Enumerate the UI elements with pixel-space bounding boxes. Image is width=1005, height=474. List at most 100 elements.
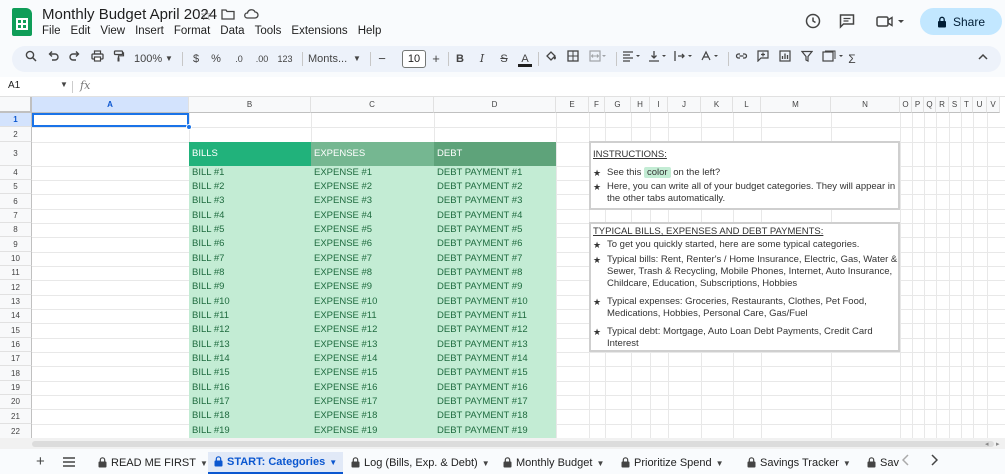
- sheet-tab[interactable]: Prioritize Spend ▼: [615, 452, 730, 474]
- bill-cell[interactable]: BILL #13: [189, 338, 311, 352]
- add-sheet-icon[interactable]: +: [36, 453, 45, 470]
- insert-comment-icon[interactable]: [756, 50, 770, 68]
- search-menus-icon[interactable]: [24, 50, 38, 68]
- tabs-scroll-right-icon[interactable]: [930, 454, 939, 469]
- horizontal-scrollbar[interactable]: [32, 441, 994, 447]
- sheet-tab[interactable]: READ ME FIRST ▼: [92, 452, 214, 474]
- zoom-chevron-down-icon[interactable]: ▼: [164, 50, 174, 68]
- bill-cell[interactable]: BILL #7: [189, 252, 311, 266]
- column-header-i[interactable]: I: [650, 97, 668, 113]
- menu-file[interactable]: File: [42, 25, 61, 37]
- tab-chevron-down-icon[interactable]: ▼: [716, 459, 724, 468]
- expense-cell[interactable]: EXPENSE #19: [311, 424, 434, 438]
- row-header-17[interactable]: 17: [0, 352, 32, 366]
- sheet-tab[interactable]: Monthly Budget ▼: [497, 452, 610, 474]
- column-header-b[interactable]: B: [189, 97, 311, 113]
- expense-cell[interactable]: EXPENSE #9: [311, 280, 434, 294]
- redo-icon[interactable]: [68, 50, 82, 68]
- all-sheets-icon[interactable]: [63, 455, 75, 470]
- debt-cell[interactable]: DEBT PAYMENT #19: [434, 424, 556, 438]
- expense-cell[interactable]: EXPENSE #6: [311, 237, 434, 251]
- row-header-14[interactable]: 14: [0, 309, 32, 323]
- menu-extensions[interactable]: Extensions: [291, 25, 347, 37]
- column-header-l[interactable]: L: [733, 97, 761, 113]
- zoom-select[interactable]: 100%: [134, 50, 162, 68]
- bold-button[interactable]: B: [454, 50, 466, 68]
- column-header-v[interactable]: V: [987, 97, 1000, 113]
- row-header-10[interactable]: 10: [0, 252, 32, 266]
- expense-cell[interactable]: EXPENSE #3: [311, 194, 434, 208]
- column-header-h[interactable]: H: [631, 97, 650, 113]
- column-header-q[interactable]: Q: [924, 97, 936, 113]
- expense-cell[interactable]: EXPENSE #7: [311, 252, 434, 266]
- row-header-19[interactable]: 19: [0, 381, 32, 395]
- debt-cell[interactable]: DEBT PAYMENT #3: [434, 194, 556, 208]
- percent-format-button[interactable]: %: [210, 50, 222, 68]
- text-wrapping-icon[interactable]: [674, 50, 694, 68]
- scroll-left-arrow-icon[interactable]: ◂: [985, 440, 989, 448]
- strikethrough-button[interactable]: S: [498, 50, 510, 68]
- debt-cell[interactable]: DEBT PAYMENT #18: [434, 409, 556, 423]
- debt-cell[interactable]: DEBT PAYMENT #5: [434, 223, 556, 237]
- expense-cell[interactable]: EXPENSE #2: [311, 180, 434, 194]
- fill-handle[interactable]: [186, 124, 192, 130]
- row-header-7[interactable]: 7: [0, 209, 32, 223]
- debt-cell[interactable]: DEBT PAYMENT #16: [434, 381, 556, 395]
- horizontal-align-icon[interactable]: [622, 50, 642, 68]
- sheet-tab[interactable]: Sav: [861, 452, 899, 474]
- print-icon[interactable]: [90, 50, 104, 68]
- bill-cell[interactable]: BILL #14: [189, 352, 311, 366]
- row-header-5[interactable]: 5: [0, 180, 32, 194]
- sheet-tab[interactable]: START: Categories ▼: [208, 452, 344, 474]
- collapse-toolbar-icon[interactable]: [976, 50, 990, 68]
- select-all-corner[interactable]: [0, 97, 32, 113]
- tabs-scroll-left-icon[interactable]: [901, 454, 910, 469]
- tab-chevron-down-icon[interactable]: ▼: [200, 459, 208, 468]
- debt-cell[interactable]: DEBT PAYMENT #17: [434, 395, 556, 409]
- expense-cell[interactable]: EXPENSE #10: [311, 295, 434, 309]
- bill-cell[interactable]: BILL #18: [189, 409, 311, 423]
- column-header-s[interactable]: S: [949, 97, 961, 113]
- debt-cell[interactable]: DEBT PAYMENT #2: [434, 180, 556, 194]
- vertical-align-icon[interactable]: [648, 50, 668, 68]
- expense-cell[interactable]: EXPENSE #14: [311, 352, 434, 366]
- column-header-u[interactable]: U: [973, 97, 987, 113]
- filter-icon[interactable]: [800, 50, 814, 68]
- row-header-3[interactable]: 3: [0, 142, 32, 166]
- debt-cell[interactable]: DEBT PAYMENT #15: [434, 366, 556, 380]
- sheets-logo-icon[interactable]: [12, 8, 32, 36]
- column-header-e[interactable]: E: [556, 97, 589, 113]
- row-header-16[interactable]: 16: [0, 338, 32, 352]
- row-header-13[interactable]: 13: [0, 295, 32, 309]
- font-family-select[interactable]: Monts...: [308, 50, 352, 68]
- row-header-9[interactable]: 9: [0, 237, 32, 252]
- bill-cell[interactable]: BILL #2: [189, 180, 311, 194]
- bill-cell[interactable]: BILL #3: [189, 194, 311, 208]
- tab-chevron-down-icon[interactable]: ▼: [482, 459, 490, 468]
- move-folder-icon[interactable]: [220, 7, 235, 24]
- row-header-4[interactable]: 4: [0, 166, 32, 180]
- bills-header[interactable]: BILLS: [189, 142, 311, 166]
- debt-cell[interactable]: DEBT PAYMENT #11: [434, 309, 556, 323]
- cloud-status-icon[interactable]: [243, 7, 259, 24]
- decrease-decimal-button[interactable]: .0: [230, 50, 248, 68]
- menu-view[interactable]: View: [100, 25, 125, 37]
- menu-help[interactable]: Help: [358, 25, 382, 37]
- column-header-t[interactable]: T: [961, 97, 973, 113]
- column-header-k[interactable]: K: [701, 97, 733, 113]
- debt-cell[interactable]: DEBT PAYMENT #7: [434, 252, 556, 266]
- increase-decimal-button[interactable]: .00: [252, 50, 272, 68]
- bill-cell[interactable]: BILL #11: [189, 309, 311, 323]
- debt-cell[interactable]: DEBT PAYMENT #4: [434, 209, 556, 223]
- debt-cell[interactable]: DEBT PAYMENT #13: [434, 338, 556, 352]
- spreadsheet-grid[interactable]: A B C D E F G H I J K L M N O P Q R S T …: [0, 97, 1005, 440]
- menu-data[interactable]: Data: [220, 25, 244, 37]
- column-header-a[interactable]: A: [32, 97, 189, 113]
- bill-cell[interactable]: BILL #15: [189, 366, 311, 380]
- bill-cell[interactable]: BILL #16: [189, 381, 311, 395]
- expense-cell[interactable]: EXPENSE #13: [311, 338, 434, 352]
- tab-chevron-down-icon[interactable]: ▼: [329, 458, 337, 467]
- tab-chevron-down-icon[interactable]: ▼: [596, 459, 604, 468]
- increase-font-size-button[interactable]: +: [430, 50, 442, 68]
- column-header-p[interactable]: P: [912, 97, 924, 113]
